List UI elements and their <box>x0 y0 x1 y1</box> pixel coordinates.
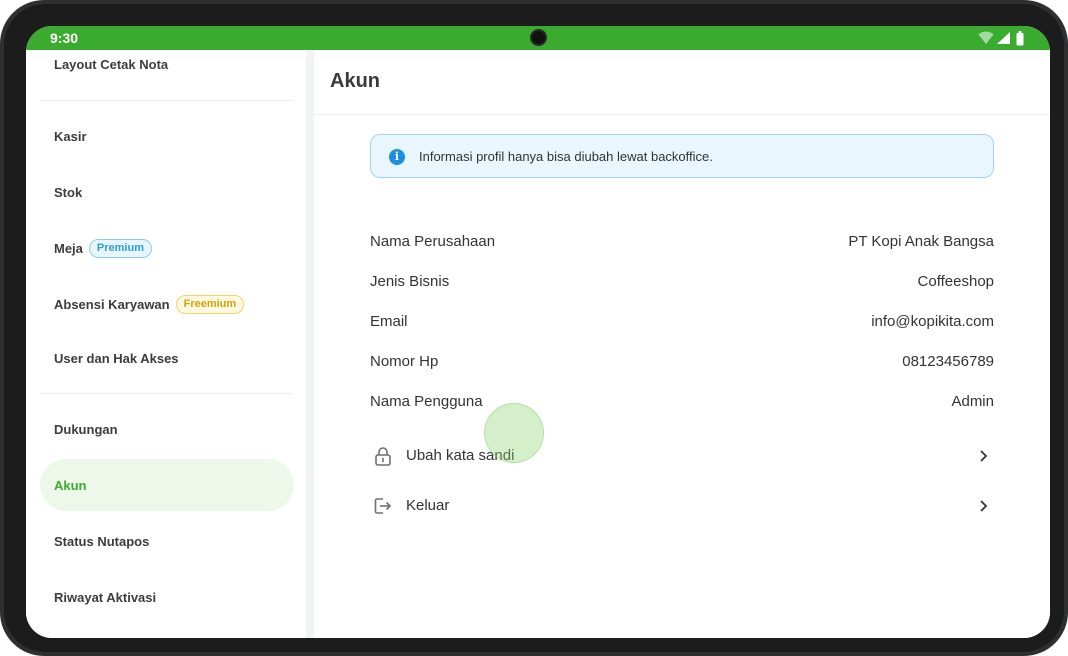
info-banner: i Informasi profil hanya bisa diubah lew… <box>370 134 994 178</box>
premium-badge: Premium <box>88 238 152 258</box>
sidebar-item-dukungan[interactable]: Dukungan <box>40 403 294 455</box>
sidebar-item-user-hak-akses[interactable]: User dan Hak Akses <box>40 332 294 384</box>
sidebar-item-label: Dukungan <box>54 421 118 437</box>
change-password-button[interactable]: Ubah kata sandi <box>370 438 994 472</box>
profile-row-nama-perusahaan: Nama Perusahaan PT Kopi Anak Bangsa <box>370 230 994 254</box>
profile-label: Nama Perusahaan <box>370 233 496 250</box>
screen: 9:30 Layout Cetak Nota Kasir Stok Meja P… <box>26 26 1050 638</box>
profile-value: Coffeeshop <box>917 273 994 290</box>
profile-row-nomor-hp: Nomor Hp 08123456789 <box>370 350 994 374</box>
action-label: Keluar <box>406 497 450 514</box>
touch-indicator <box>484 403 544 463</box>
profile-value: PT Kopi Anak Bangsa <box>848 233 994 250</box>
sidebar-item-label: Kasir <box>54 128 87 144</box>
sidebar-separator <box>306 50 314 638</box>
chevron-right-icon <box>980 450 988 462</box>
page-title: Akun <box>330 70 380 92</box>
wifi-icon <box>978 31 994 44</box>
profile-label: Jenis Bisnis <box>370 273 450 290</box>
profile-label: Nomor Hp <box>370 353 439 370</box>
profile-value: 08123456789 <box>902 353 994 370</box>
sidebar-item-label: Absensi Karyawan <box>54 296 170 312</box>
sidebar-item-label: Akun <box>54 477 87 493</box>
sidebar-item-absensi-karyawan[interactable]: Absensi Karyawan Freemium <box>40 278 294 330</box>
sidebar-divider <box>40 100 292 101</box>
profile-label: Nama Pengguna <box>370 393 483 410</box>
signal-icon <box>997 32 1010 44</box>
sidebar: Layout Cetak Nota Kasir Stok Meja Premiu… <box>26 50 306 638</box>
info-icon: i <box>389 149 405 165</box>
logout-icon <box>374 498 392 514</box>
sidebar-item-riwayat-aktivasi[interactable]: Riwayat Aktivasi <box>40 571 294 623</box>
profile-row-email: Email info@kopikita.com <box>370 310 994 334</box>
profile-value: info@kopikita.com <box>871 313 994 330</box>
sidebar-item-status-nutapos[interactable]: Status Nutapos <box>40 515 294 567</box>
main-panel: Akun i Informasi profil hanya bisa diuba… <box>314 50 1050 638</box>
profile-value: Admin <box>951 393 994 410</box>
profile-label: Email <box>370 313 408 330</box>
sidebar-item-label: Meja <box>54 240 83 256</box>
sidebar-item-label: Status Nutapos <box>54 533 150 549</box>
sidebar-item-stok[interactable]: Stok <box>40 166 294 218</box>
sidebar-item-akun[interactable]: Akun <box>40 459 294 511</box>
page-header: Akun <box>314 50 1050 115</box>
sidebar-item-kasir[interactable]: Kasir <box>40 110 294 162</box>
profile-row-jenis-bisnis: Jenis Bisnis Coffeeshop <box>370 270 994 294</box>
freemium-badge: Freemium <box>175 294 245 314</box>
front-camera <box>530 29 547 46</box>
sidebar-item-label: Stok <box>54 184 83 200</box>
sidebar-item-meja[interactable]: Meja Premium <box>40 222 294 274</box>
logout-button[interactable]: Keluar <box>370 488 994 522</box>
sidebar-divider <box>40 393 292 394</box>
profile-row-nama-pengguna: Nama Pengguna Admin <box>370 390 994 414</box>
info-banner-text: Informasi profil hanya bisa diubah lewat… <box>419 149 713 164</box>
sidebar-item-label: Layout Cetak Nota <box>54 56 169 72</box>
battery-icon <box>1016 31 1024 46</box>
device-frame: 9:30 Layout Cetak Nota Kasir Stok Meja P… <box>0 0 1068 656</box>
sidebar-item-label: Riwayat Aktivasi <box>54 589 157 605</box>
chevron-right-icon <box>980 500 988 512</box>
sidebar-item-layout-cetak-nota[interactable]: Layout Cetak Nota <box>40 38 294 90</box>
status-icons <box>978 31 1028 47</box>
lock-icon <box>375 447 391 466</box>
device-bezel: 9:30 Layout Cetak Nota Kasir Stok Meja P… <box>4 4 1064 652</box>
sidebar-item-label: User dan Hak Akses <box>54 350 179 366</box>
